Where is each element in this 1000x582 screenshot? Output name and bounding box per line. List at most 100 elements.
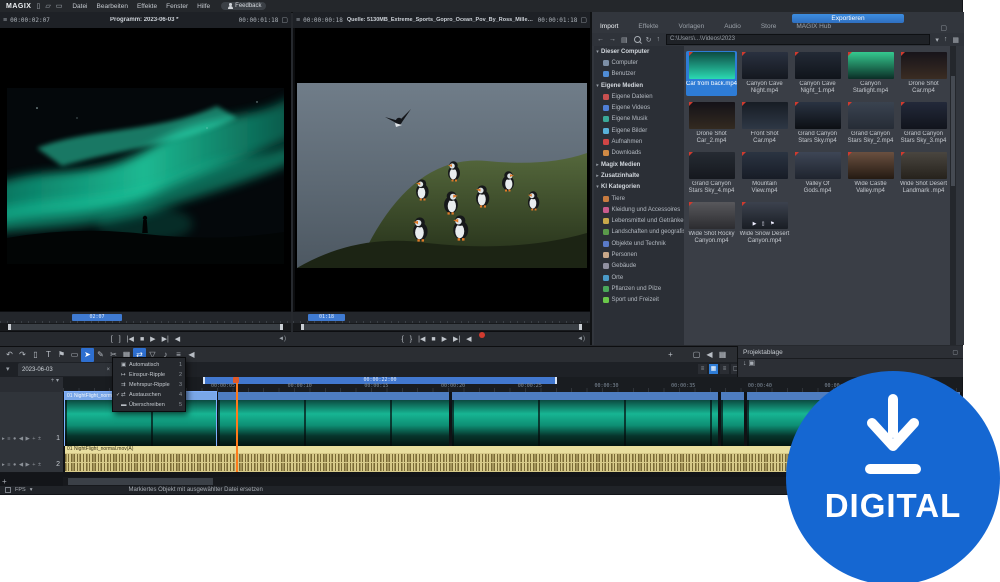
transport-button[interactable]: ▶|	[453, 332, 460, 347]
transport-button[interactable]: {	[401, 332, 403, 347]
timeline-tab[interactable]: 2023-06-03 ×	[18, 363, 114, 376]
media-thumb[interactable]: Canyon Cave Night.mp4	[739, 51, 790, 96]
feedback-button[interactable]: Feedback	[221, 2, 265, 10]
new-project-icon[interactable]: ▯	[36, 2, 40, 10]
media-thumb[interactable]: Wide Shot Desert Landmark .mp4	[898, 151, 949, 196]
zoom-in-icon[interactable]: +	[664, 348, 677, 362]
media-thumb[interactable]: Drone Shot Car_2.mp4	[686, 101, 737, 146]
back-icon[interactable]: ←	[597, 36, 604, 43]
transport-button[interactable]: }	[410, 332, 412, 347]
tree-item[interactable]: Benutzer	[594, 69, 684, 80]
track-control-icon[interactable]: ▶	[26, 462, 30, 468]
tree-item[interactable]: Aufnahmen	[594, 136, 684, 147]
menu-item-datei[interactable]: Datei	[72, 3, 87, 10]
export-button[interactable]: Exportieren	[792, 14, 904, 23]
media-thumb[interactable]: Wide Castle Valley.mp4	[845, 151, 896, 196]
media-thumb[interactable]: Valley Of Gods.mp4	[792, 151, 843, 196]
add-track-button[interactable]: +	[2, 477, 7, 486]
marker-icon[interactable]: ⚑	[55, 348, 68, 362]
view-mode-3-icon[interactable]: ≡	[720, 364, 729, 374]
transport-button[interactable]: ▶|	[162, 332, 169, 347]
tree-item[interactable]: Sport und Freizeit	[594, 295, 684, 306]
menu-item-effekte[interactable]: Effekte	[137, 3, 157, 10]
tree-item[interactable]: Eigene Videos	[594, 102, 684, 113]
program-monitor-screen[interactable]	[0, 28, 291, 311]
collapse-left-icon[interactable]: ◀	[185, 348, 198, 362]
track-control-icon[interactable]: ±	[38, 462, 41, 468]
tree-item[interactable]: ▾KI Kategorien	[594, 182, 684, 193]
menu-item-austauschen[interactable]: ✓⇄Austauschen4	[113, 390, 185, 400]
tree-item[interactable]: ▾Eigene Medien	[594, 80, 684, 91]
record-button[interactable]	[479, 332, 485, 338]
video-clip[interactable]	[721, 392, 744, 446]
transport-button[interactable]: |◀	[418, 332, 425, 347]
tree-item[interactable]: Kleidung und Accessoires	[594, 204, 684, 215]
media-thumb[interactable]: Grand Canyon Stars Sky_3.mp4	[898, 101, 949, 146]
computer-icon[interactable]: ▤	[621, 36, 628, 44]
undo-icon[interactable]: ↶	[3, 348, 16, 362]
source-range[interactable]: 01:18	[308, 314, 345, 321]
hamburger-icon[interactable]: ≡	[3, 17, 7, 24]
program-range[interactable]: 02:07	[72, 314, 122, 321]
media-thumb[interactable]: Mountain View.mp4	[739, 151, 790, 196]
speaker-icon[interactable]: ◄)	[278, 336, 286, 342]
transport-button[interactable]: ]	[119, 332, 121, 347]
redo-icon[interactable]: ↷	[16, 348, 29, 362]
close-icon[interactable]: ▢	[952, 349, 958, 356]
tree-item[interactable]: Personen	[594, 249, 684, 260]
track-control-icon[interactable]: ●	[13, 436, 16, 442]
video-track-header[interactable]: ▸≡●◀▶+±1	[0, 392, 63, 447]
media-thumb[interactable]: Drone Shot Car.mp4	[898, 51, 949, 96]
fit-icon[interactable]: ▢	[690, 348, 703, 362]
forward-icon[interactable]: →	[609, 36, 616, 43]
track-control-icon[interactable]: ▸	[2, 462, 5, 468]
media-thumb[interactable]: Wide Shot Rocky Canyon.mp4	[686, 201, 737, 246]
media-thumb[interactable]: Front Shot Car.mp4	[739, 101, 790, 146]
tree-item[interactable]: Tiere	[594, 193, 684, 204]
transport-button[interactable]: ▶	[150, 332, 155, 347]
title-text-icon[interactable]: T	[42, 348, 55, 362]
media-thumb[interactable]: Grand Canyon Stars Sky_2.mp4	[845, 101, 896, 146]
tree-item[interactable]: Landschaften und geografische ...	[594, 227, 684, 238]
zoom-out-icon[interactable]	[677, 348, 690, 362]
import-icon[interactable]: ↑	[944, 36, 948, 43]
tree-item[interactable]: Orte	[594, 272, 684, 283]
tree-item[interactable]: Eigene Musik	[594, 114, 684, 125]
delete-icon[interactable]: ▯	[29, 348, 42, 362]
track-control-icon[interactable]: +	[32, 462, 35, 468]
refresh-icon[interactable]: ↻	[646, 36, 652, 44]
menu-item-automatisch[interactable]: ▣Automatisch1	[113, 360, 185, 370]
source-scrollbar[interactable]	[293, 323, 590, 331]
media-thumb[interactable]: Canyon Starlight.mp4	[845, 51, 896, 96]
search-icon[interactable]	[634, 36, 641, 43]
chevron-down-icon[interactable]: ▾	[935, 36, 939, 44]
media-thumb[interactable]: Car from back.mp4	[686, 51, 737, 96]
program-scrollbar[interactable]	[0, 323, 291, 331]
track-control-icon[interactable]: ±	[38, 436, 41, 442]
fullscreen-icon[interactable]: ▢	[580, 16, 587, 24]
tree-item[interactable]: ▾Dieser Computer	[594, 46, 684, 57]
tree-item[interactable]: Downloads	[594, 148, 684, 159]
transport-button[interactable]: ▶	[442, 332, 447, 347]
tree-item[interactable]: Computer	[594, 57, 684, 68]
transport-button[interactable]: ◀	[466, 332, 471, 347]
menu-item-mehrspur-ripple[interactable]: ⇉Mehrspur-Ripple3	[113, 380, 185, 390]
folder-up-icon[interactable]: ↑	[657, 36, 661, 43]
track-control-icon[interactable]: ≡	[7, 436, 10, 442]
media-thumb[interactable]: ▶ ▯ ⚑Wide Snow Desert Canyon.mp4	[739, 201, 790, 246]
tree-item[interactable]: Eigene Bilder	[594, 125, 684, 136]
status-checkbox[interactable]	[5, 487, 11, 493]
tree-item[interactable]: ▸Magix Medien	[594, 159, 684, 170]
video-clip[interactable]	[218, 392, 449, 446]
video-clip[interactable]	[452, 392, 718, 446]
import-to-bin-icon[interactable]: ↓	[743, 360, 747, 367]
path-field[interactable]: C:\Users\...\Videos\2023	[666, 34, 930, 45]
track-control-icon[interactable]: ◀	[19, 436, 23, 442]
playhead-marker[interactable]	[233, 377, 239, 383]
range-icon[interactable]: ▭	[68, 348, 81, 362]
timeline-ruler[interactable]: 00:00:22:00 00:00:0500:00:1000:00:1500:0…	[63, 377, 962, 392]
media-pool-scrollbar[interactable]	[950, 46, 956, 345]
view-mode-2-icon[interactable]: ▦	[709, 364, 718, 374]
chevron-down-icon[interactable]: ▾	[56, 378, 59, 384]
folder-icon[interactable]: ▣	[748, 360, 755, 367]
